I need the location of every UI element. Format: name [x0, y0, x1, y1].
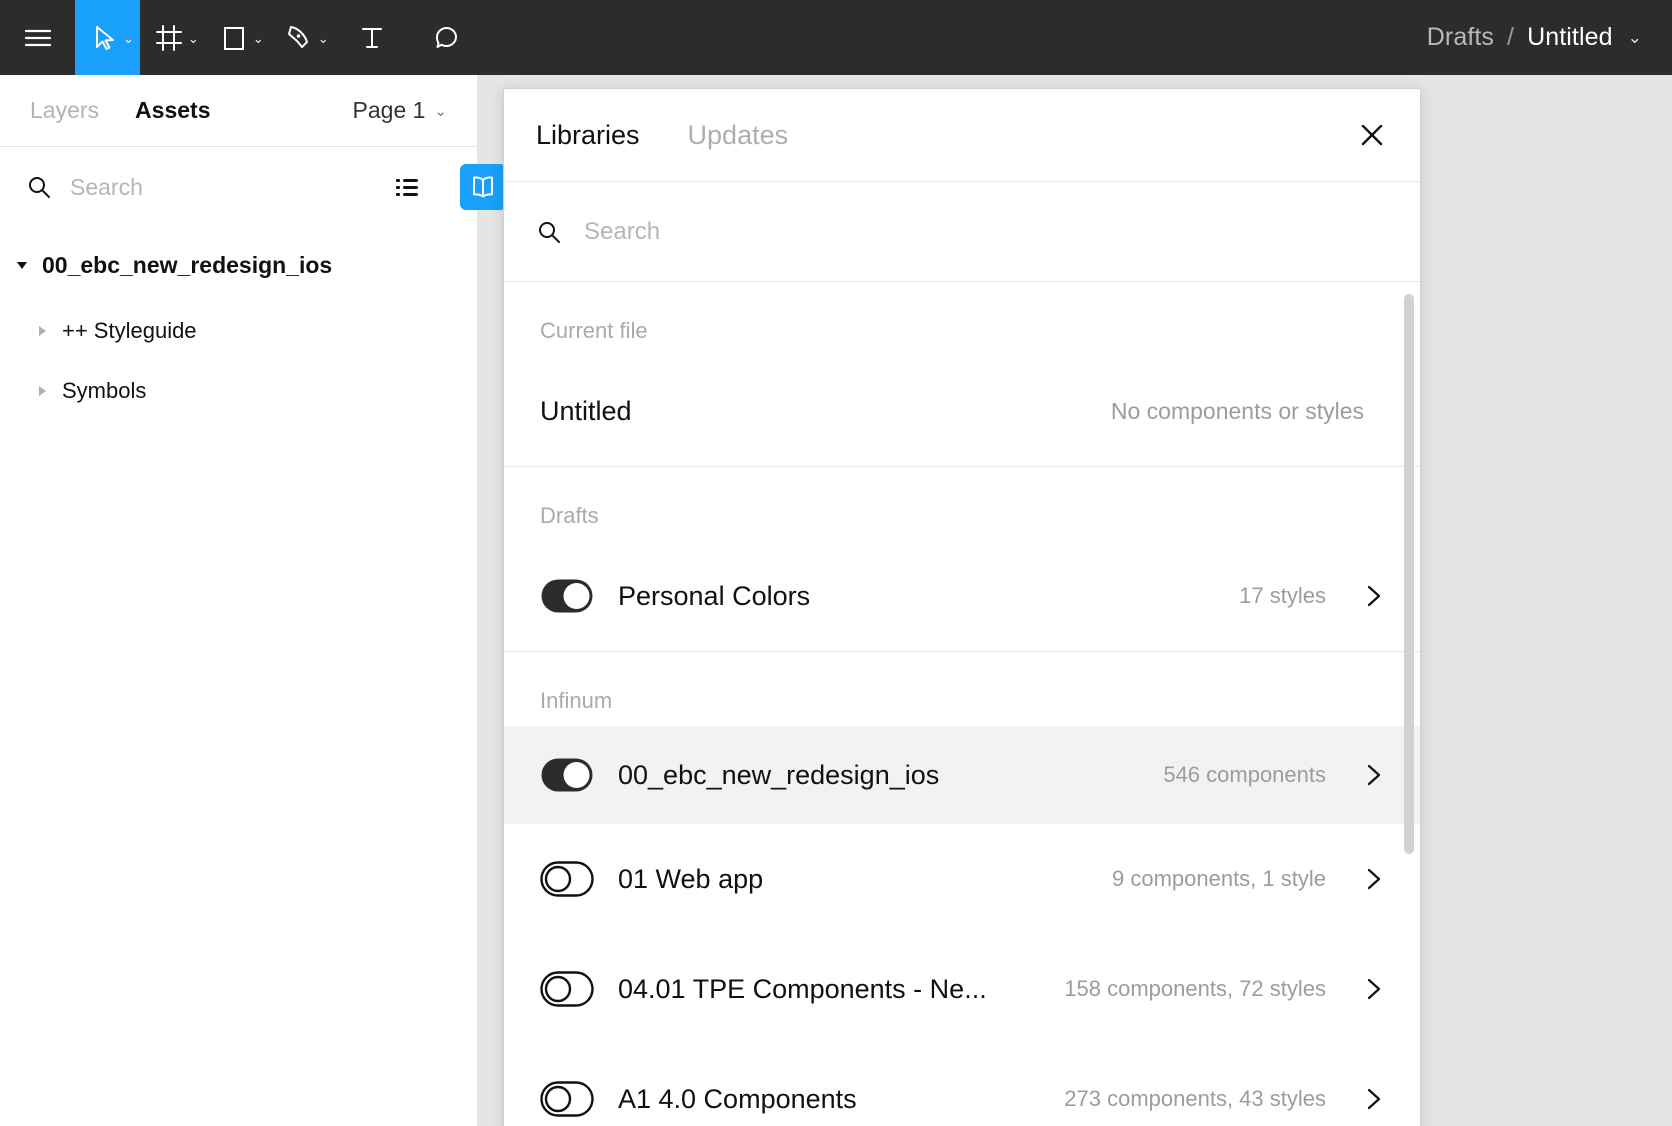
library-name: 01 Web app [618, 864, 763, 895]
tab-updates[interactable]: Updates [688, 120, 789, 151]
tab-layers[interactable]: Layers [30, 97, 99, 124]
chevron-down-icon: ⌄ [188, 32, 199, 45]
tab-assets[interactable]: Assets [135, 97, 210, 124]
frame-tool[interactable]: ⌄ [140, 0, 205, 75]
book-library-icon [467, 171, 499, 203]
text-tool-icon [357, 23, 387, 53]
chevron-down-icon: ⌄ [434, 102, 447, 120]
library-row-04-01-tpe-components[interactable]: 04.01 TPE Components - Ne... 158 compone… [504, 934, 1420, 1044]
library-row-00-ebc-new-redesign-ios[interactable]: 00_ebc_new_redesign_ios 546 components [504, 726, 1420, 824]
library-meta: 17 styles [1239, 583, 1326, 609]
section-title: Infinum [504, 652, 1420, 726]
frame-tool-icon [154, 23, 184, 53]
section-drafts: Drafts Personal Colors 17 styles [504, 467, 1420, 652]
move-tool[interactable]: ⌄ [75, 0, 140, 75]
section-current-file: Current file Untitled No components or s… [504, 282, 1420, 467]
libraries-scrollbar[interactable] [1404, 294, 1414, 854]
library-enable-toggle-on[interactable] [540, 757, 594, 793]
library-enable-toggle-off[interactable] [540, 971, 594, 1007]
library-enable-toggle-off[interactable] [540, 861, 594, 897]
chevron-down-icon: ⌄ [318, 32, 329, 45]
library-panel-toggle[interactable] [460, 164, 506, 210]
list-view-icon [392, 172, 422, 202]
current-file-meta: No components or styles [1111, 398, 1386, 425]
library-meta: 9 components, 1 style [1112, 866, 1326, 892]
chevron-right-icon[interactable] [1360, 583, 1386, 609]
library-meta: 546 components [1163, 762, 1326, 788]
section-title: Current file [504, 282, 1420, 356]
chevron-right-icon[interactable] [1360, 762, 1386, 788]
library-name: 00_ebc_new_redesign_ios [618, 760, 939, 791]
breadcrumb-separator: / [1507, 23, 1514, 52]
search-icon [536, 219, 562, 245]
cursor-move-tool-icon [89, 23, 119, 53]
comment-tool[interactable] [410, 0, 485, 75]
section-title: Drafts [504, 467, 1420, 541]
library-row-01-web-app[interactable]: 01 Web app 9 components, 1 style [504, 824, 1420, 934]
library-enable-toggle-off[interactable] [540, 1081, 594, 1117]
close-icon [1356, 119, 1388, 151]
modal-header: Libraries Updates [504, 89, 1420, 182]
library-enable-toggle-on[interactable] [540, 578, 594, 614]
assets-tree: 00_ebc_new_redesign_ios ++ Styleguide Sy… [0, 227, 477, 415]
triangle-right-icon [34, 383, 50, 399]
tree-item-label: 00_ebc_new_redesign_ios [42, 252, 332, 279]
list-view-toggle[interactable] [384, 164, 430, 210]
triangle-down-icon [14, 257, 30, 273]
tab-libraries[interactable]: Libraries [536, 120, 640, 151]
libraries-list[interactable]: Current file Untitled No components or s… [504, 282, 1420, 1126]
triangle-right-icon [34, 323, 50, 339]
pen-tool-icon [284, 23, 314, 53]
chevron-right-icon[interactable] [1360, 1086, 1386, 1112]
library-name: Personal Colors [618, 581, 810, 612]
breadcrumb-file[interactable]: Untitled [1527, 23, 1613, 52]
shape-tool[interactable]: ⌄ [205, 0, 270, 75]
library-row-personal-colors[interactable]: Personal Colors 17 styles [504, 541, 1420, 651]
library-meta: 273 components, 43 styles [1064, 1086, 1326, 1112]
section-infinum: Infinum 00_ebc_new_redesign_ios 546 comp… [504, 652, 1420, 1126]
sidebar-search-row [0, 147, 477, 227]
current-file-row: Untitled No components or styles [504, 356, 1420, 466]
chevron-down-icon: ⌄ [123, 32, 134, 45]
chevron-down-icon[interactable]: ⌄ [1628, 28, 1642, 48]
search-icon [26, 174, 52, 200]
close-button[interactable] [1350, 113, 1394, 157]
sidebar-tab-bar: Layers Assets Page 1 ⌄ [0, 75, 477, 147]
text-tool[interactable] [335, 0, 410, 75]
comment-tool-icon [432, 23, 462, 53]
page-selector-label: Page 1 [353, 97, 426, 124]
breadcrumb-project[interactable]: Drafts [1427, 23, 1494, 52]
figma-app-window: ⌄ ⌄ ⌄ ⌄ [0, 0, 1672, 1126]
tree-item-label: ++ Styleguide [62, 318, 197, 344]
library-meta: 158 components, 72 styles [1064, 976, 1326, 1002]
tree-item-styleguide[interactable]: ++ Styleguide [0, 307, 477, 355]
sidebar-search-input[interactable] [70, 174, 366, 201]
chevron-down-icon: ⌄ [253, 32, 264, 45]
top-toolbar: ⌄ ⌄ ⌄ ⌄ [0, 0, 1672, 75]
page-selector[interactable]: Page 1 ⌄ [353, 97, 447, 124]
libraries-modal: Libraries Updates Current file [503, 88, 1421, 1126]
current-file-name: Untitled [540, 396, 632, 427]
library-name: 04.01 TPE Components - Ne... [618, 974, 987, 1005]
pen-tool[interactable]: ⌄ [270, 0, 335, 75]
left-sidebar: Layers Assets Page 1 ⌄ [0, 75, 478, 1126]
tree-item-label: Symbols [62, 378, 146, 404]
library-name: A1 4.0 Components [618, 1084, 857, 1115]
hamburger-menu-icon[interactable] [0, 0, 75, 75]
modal-search-row [504, 182, 1420, 282]
tree-item-library-root[interactable]: 00_ebc_new_redesign_ios [0, 241, 477, 289]
chevron-right-icon[interactable] [1360, 866, 1386, 892]
library-row-a1-4-0-components[interactable]: A1 4.0 Components 273 components, 43 sty… [504, 1044, 1420, 1126]
chevron-right-icon[interactable] [1360, 976, 1386, 1002]
shape-rectangle-tool-icon [219, 23, 249, 53]
breadcrumb: Drafts / Untitled ⌄ [1427, 23, 1672, 52]
modal-search-input[interactable] [584, 218, 1388, 246]
tree-item-symbols[interactable]: Symbols [0, 367, 477, 415]
